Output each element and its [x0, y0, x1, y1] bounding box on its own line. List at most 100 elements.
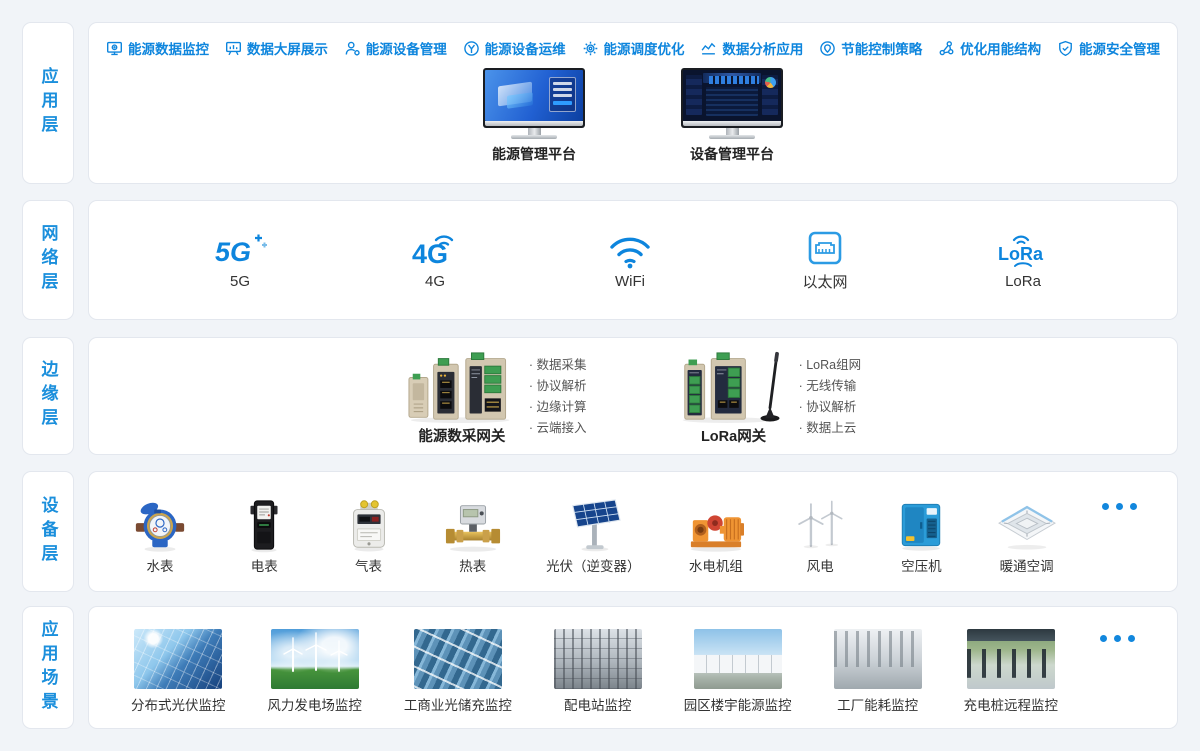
sidebar-scenario-layer: 应用场景 — [22, 606, 74, 729]
feature-item: 云端接入 — [529, 418, 587, 439]
device-ellipsis — [1102, 503, 1137, 510]
application-items: 能源数据监控 数据大屏展示 能源设备管理 能源设备运维 能源调度优化 — [89, 23, 1177, 58]
lora-gateway-image — [679, 351, 789, 423]
electric-meter-image — [233, 497, 295, 553]
sidebar-device-layer: 设备层 — [22, 471, 74, 592]
app-item-device-ops: 能源设备运维 — [463, 38, 566, 58]
app-item-label: 节能控制策略 — [841, 38, 922, 58]
lora-gateway-group: LoRa网关 LoRa组网 无线传输 协议解析 数据上云 — [679, 351, 862, 446]
hydro-unit-image — [683, 497, 749, 553]
big-screen-icon — [225, 40, 242, 57]
app-item-energy-security: 能源安全管理 — [1057, 38, 1160, 58]
edge-layer-panel: 能源数采网关 数据采集 协议解析 边缘计算 云端接入 — [88, 337, 1178, 455]
svg-text:5G: 5G — [215, 237, 251, 267]
device-label: 空压机 — [901, 555, 942, 575]
app-item-label: 能源调度优化 — [604, 38, 685, 58]
sidebar-edge-layer: 边缘层 — [22, 337, 74, 455]
network-item-5g: 5G 5G — [211, 230, 269, 290]
app-item-label: 能源设备管理 — [366, 38, 447, 58]
platform-energy-management: 能源管理平台 — [483, 68, 585, 164]
hvac-image — [994, 497, 1060, 553]
lora-gateway-features: LoRa组网 无线传输 协议解析 数据上云 — [799, 351, 862, 439]
network-item-lora: LoRa LoRa — [991, 230, 1055, 290]
scenario-label: 工商业光储充监控 — [404, 694, 512, 714]
device-gas-meter: 气表 — [338, 497, 400, 575]
app-item-energy-data-monitor: 能源数据监控 — [106, 38, 209, 58]
energy-platform-monitor-image — [483, 68, 585, 139]
device-wind-power: 风电 — [791, 497, 849, 575]
scenario-label: 充电桩远程监控 — [964, 694, 1059, 714]
scenario-label: 分布式光伏监控 — [131, 694, 226, 714]
sidebar-label: 应用层 — [36, 67, 61, 139]
device-label: 水表 — [147, 555, 174, 575]
feature-item: 协议解析 — [799, 397, 862, 418]
feature-item: 无线传输 — [799, 376, 862, 397]
feature-item: 数据上云 — [799, 418, 862, 439]
platform-device-management: 设备管理平台 — [681, 68, 783, 164]
gateway-label: LoRa网关 — [701, 425, 766, 446]
app-item-label: 数据分析应用 — [722, 38, 803, 58]
app-item-energy-structure: 优化用能结构 — [938, 38, 1041, 58]
sidebar-label: 应用场景 — [36, 620, 61, 716]
platform-label: 设备管理平台 — [690, 144, 774, 164]
factory-energy-image — [834, 629, 922, 689]
pv-panel-image — [560, 497, 626, 553]
app-item-big-screen: 数据大屏展示 — [225, 38, 328, 58]
platform-label: 能源管理平台 — [492, 144, 576, 164]
pie-chart-graphic — [765, 77, 776, 88]
network-item-label: 5G — [230, 273, 250, 290]
login-card-graphic — [549, 77, 576, 112]
substation-image — [554, 629, 642, 689]
network-item-label: 以太网 — [802, 271, 847, 292]
energy-gateway-group: 能源数采网关 数据采集 协议解析 边缘计算 云端接入 — [405, 351, 587, 446]
architecture-diagram: 应用层 能源数据监控 数据大屏展示 能源设备管理 能源设备运维 — [0, 0, 1200, 751]
distributed-pv-image — [134, 629, 222, 689]
wind-turbine-image — [791, 497, 849, 553]
gateway-label: 能源数采网关 — [418, 425, 505, 446]
app-item-label: 优化用能结构 — [960, 38, 1041, 58]
sidebar-label: 设备层 — [36, 496, 61, 568]
feature-item: 数据采集 — [529, 355, 587, 376]
energy-platform-screen — [485, 70, 583, 121]
network-item-label: WiFi — [615, 273, 645, 290]
shield-check-icon — [1057, 40, 1074, 57]
scenario-campus-building: 园区楼宇能源监控 — [684, 629, 792, 714]
network-item-label: 4G — [425, 273, 445, 290]
app-item-label: 能源安全管理 — [1079, 38, 1160, 58]
device-layer-row: 设备层 — [22, 471, 1178, 592]
scenario-charging-pile: 充电桩远程监控 — [964, 629, 1059, 714]
device-label: 电表 — [251, 555, 278, 575]
device-platform-monitor-image — [681, 68, 783, 139]
device-layer-panel: 水表 电表 — [88, 471, 1178, 592]
campus-building-image — [694, 629, 782, 689]
device-label: 风电 — [807, 555, 834, 575]
network-item-wifi: WiFi — [601, 230, 659, 290]
scenario-distributed-pv: 分布式光伏监控 — [131, 629, 226, 714]
network-item-label: LoRa — [1005, 273, 1041, 290]
device-ops-icon — [463, 40, 480, 57]
app-item-label: 能源设备运维 — [485, 38, 566, 58]
device-pv-inverter: 光伏（逆变器） — [546, 497, 641, 575]
platforms: 能源管理平台 — [89, 68, 1177, 164]
device-label: 水电机组 — [689, 555, 743, 575]
scenario-label: 园区楼宇能源监控 — [684, 694, 792, 714]
scenario-factory-energy: 工厂能耗监控 — [834, 629, 922, 714]
feature-item: LoRa组网 — [799, 355, 862, 376]
ethernet-icon — [796, 228, 854, 268]
energy-gateway-features: 数据采集 协议解析 边缘计算 云端接入 — [529, 351, 587, 439]
application-layer-panel: 能源数据监控 数据大屏展示 能源设备管理 能源设备运维 能源调度优化 — [88, 22, 1178, 184]
air-compressor-image — [891, 497, 951, 553]
svg-text:LoRa: LoRa — [998, 244, 1044, 264]
app-item-label: 数据大屏展示 — [247, 38, 328, 58]
device-label: 光伏（逆变器） — [546, 555, 641, 575]
device-hydro-unit: 水电机组 — [683, 497, 749, 575]
device-electric-meter: 电表 — [233, 497, 295, 575]
ci-pv-storage-image — [414, 629, 502, 689]
monitor-data-icon — [106, 40, 123, 57]
5g-icon: 5G — [211, 230, 269, 270]
device-label: 热表 — [459, 555, 486, 575]
app-item-schedule-optimize: 能源调度优化 — [582, 38, 685, 58]
sidebar-application-layer: 应用层 — [22, 22, 74, 184]
chart-line-icon — [700, 40, 717, 57]
network-layer-panel: 5G 5G 4G 4G WiFi 以太网 LoRa LoRa — [88, 200, 1178, 320]
